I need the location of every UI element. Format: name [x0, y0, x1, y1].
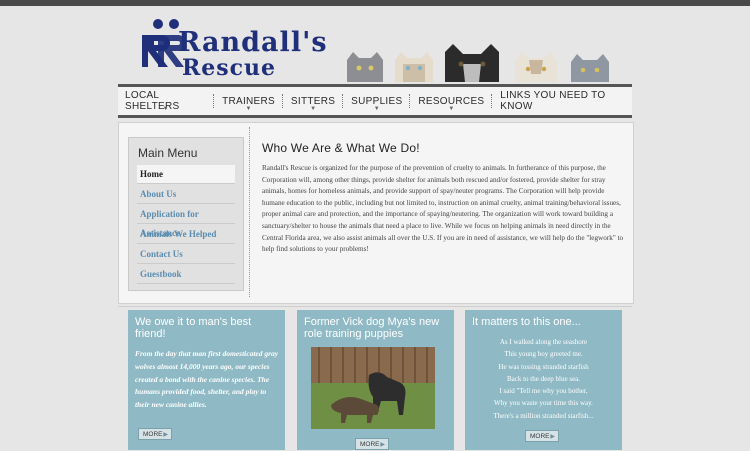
section-divider [118, 306, 632, 307]
content-panel: Main Menu Home About Us Application for … [118, 122, 634, 304]
cat-head-tan-icon [515, 52, 557, 82]
more-button[interactable]: MORE ▶ [355, 438, 389, 450]
nav-label: RESOURCES [418, 95, 485, 107]
article-body: Randall's Rescue is organized for the pu… [262, 164, 624, 254]
arrow-right-icon: ▶ [550, 434, 555, 440]
dropdown-arrow-icon: ▼ [245, 106, 252, 112]
menu-item-contact-us[interactable]: Contact Us [137, 245, 235, 264]
dropdown-arrow-icon: ▼ [162, 106, 169, 112]
menu-item-about-us[interactable]: About Us [137, 185, 235, 204]
poem-line: Why you waste your time this way. [494, 399, 593, 408]
poem-line: Back to the deep blue sea. [506, 374, 581, 383]
more-button[interactable]: MORE ▶ [525, 430, 559, 442]
card-vick-dog: Former Vick dog Mya's new role training … [297, 310, 454, 450]
main-nav: LOCAL SHELTERS ▼ TRAINERS ▼ SITTERS ▼ SU… [118, 84, 632, 118]
more-label: MORE [143, 431, 163, 438]
nav-label: LINKS YOU NEED TO KNOW [500, 90, 606, 112]
vertical-divider [249, 127, 251, 297]
more-label: MORE [360, 441, 380, 448]
logo-line-1: Randall's [178, 27, 328, 58]
pets-banner [347, 44, 609, 82]
page-title: Who We Are & What We Do! [262, 141, 420, 155]
dropdown-arrow-icon: ▼ [310, 106, 317, 112]
dog-head-black-icon [445, 44, 499, 82]
dogs-photo[interactable] [311, 347, 435, 429]
main-menu-title: Main Menu [138, 146, 198, 160]
arrow-right-icon: ▶ [380, 442, 385, 448]
top-bar [0, 0, 750, 6]
dogs-photo-image [311, 347, 435, 429]
dropdown-arrow-icon: ▼ [373, 106, 381, 112]
poem-line: He was tossing stranded starfish [498, 362, 589, 371]
more-label: MORE [530, 433, 550, 440]
nav-item-links[interactable]: LINKS YOU NEED TO KNOW [493, 89, 632, 113]
nav-item-resources[interactable]: RESOURCES ▼ [411, 89, 491, 113]
nav-item-supplies[interactable]: SUPPLIES ▼ [344, 89, 409, 113]
card-title: We owe it to man's best friend! [135, 316, 252, 340]
nav-item-local-shelters[interactable]: LOCAL SHELTERS ▼ [118, 89, 213, 113]
nav-label: SUPPLIES [351, 95, 403, 107]
card-title: Former Vick dog Mya's new role training … [304, 316, 440, 340]
poem-line: As I walked along the seashore [499, 338, 588, 346]
cat-head-blue-gray-icon [571, 54, 609, 82]
nav-label: TRAINERS [222, 95, 276, 107]
cat-head-cream-icon [395, 52, 433, 82]
card-body: From the day that man first domesticated… [135, 349, 279, 410]
site-logo[interactable]: Randall's Rescue [140, 15, 327, 81]
nav-item-trainers[interactable]: TRAINERS ▼ [215, 89, 282, 113]
card-starfish: It matters to this one... As I walked al… [465, 310, 622, 450]
poem-line: This young boy greeted me. [504, 350, 583, 359]
menu-item-animals-helped[interactable]: Animals We Helped [137, 225, 235, 244]
logo-line-2: Rescue [182, 55, 277, 81]
main-article: Who We Are & What We Do! Randall's Rescu… [262, 141, 624, 256]
main-menu: Main Menu Home About Us Application for … [128, 137, 244, 291]
poem: As I walked along the seashore This youn… [469, 336, 618, 422]
menu-item-home[interactable]: Home [137, 165, 235, 184]
more-button[interactable]: MORE ▶ [138, 428, 172, 440]
nav-item-sitters[interactable]: SITTERS ▼ [284, 89, 342, 113]
main-menu-list: Home About Us Application for Assistance… [137, 165, 235, 285]
poem-line: I said "Tell me why you bother, [499, 387, 588, 396]
menu-item-guestbook[interactable]: Guestbook [137, 265, 235, 284]
nav-label: SITTERS [290, 95, 336, 107]
cat-head-gray-icon [347, 52, 383, 82]
menu-item-application[interactable]: Application for Assistance [137, 205, 235, 238]
arrow-right-icon: ▶ [163, 432, 168, 438]
dropdown-arrow-icon: ▼ [448, 106, 455, 112]
card-title: It matters to this one... [472, 316, 581, 328]
poem-line: There's a million stranded starfish... [493, 411, 594, 420]
card-mans-best-friend: We owe it to man's best friend! From the… [128, 310, 285, 450]
